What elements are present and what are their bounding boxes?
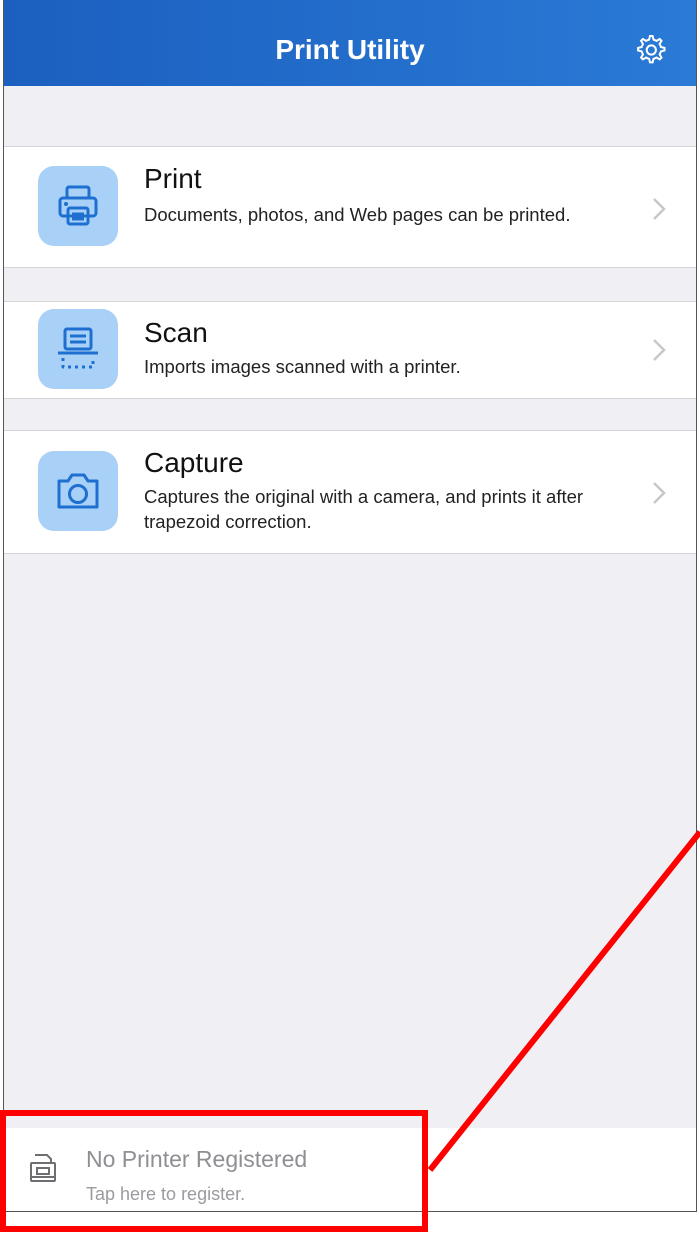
app-frame: Print Utility Print Documents, photos, a… (3, 0, 697, 1212)
menu-item-description: Documents, photos, and Web pages can be … (144, 204, 571, 225)
printer-icon (58, 185, 98, 226)
menu-item-description: Imports images scanned with a printer. (144, 356, 461, 377)
navigation-bar: Print Utility (4, 0, 696, 86)
menu-item-print[interactable]: Print Documents, photos, and Web pages c… (4, 146, 696, 268)
settings-button[interactable] (632, 32, 668, 68)
printer-status-subtitle: Tap here to register. (86, 1184, 246, 1204)
scanner-icon (58, 327, 98, 369)
chevron-right-icon (653, 198, 666, 220)
menu-item-title: Capture (144, 447, 244, 478)
register-printer-bar[interactable]: No Printer Registered Tap here to regist… (4, 1128, 696, 1211)
printer-status-title: No Printer Registered (86, 1146, 308, 1172)
chevron-right-icon (653, 339, 666, 361)
print-icon-tile (38, 166, 118, 246)
chevron-right-icon (653, 482, 666, 504)
gear-icon (637, 35, 666, 64)
menu-item-capture[interactable]: Capture Captures the original with a cam… (4, 430, 696, 554)
menu-item-title: Scan (144, 317, 208, 348)
page-title: Print Utility (275, 34, 425, 65)
menu-item-title: Print (144, 163, 202, 194)
capture-icon-tile (38, 451, 118, 531)
printer-outline-icon (30, 1154, 56, 1182)
menu-item-description: Captures the original with a camera, and… (144, 486, 584, 532)
menu-item-scan[interactable]: Scan Imports images scanned with a print… (4, 301, 696, 399)
scan-icon-tile (38, 309, 118, 389)
camera-icon (57, 473, 99, 509)
